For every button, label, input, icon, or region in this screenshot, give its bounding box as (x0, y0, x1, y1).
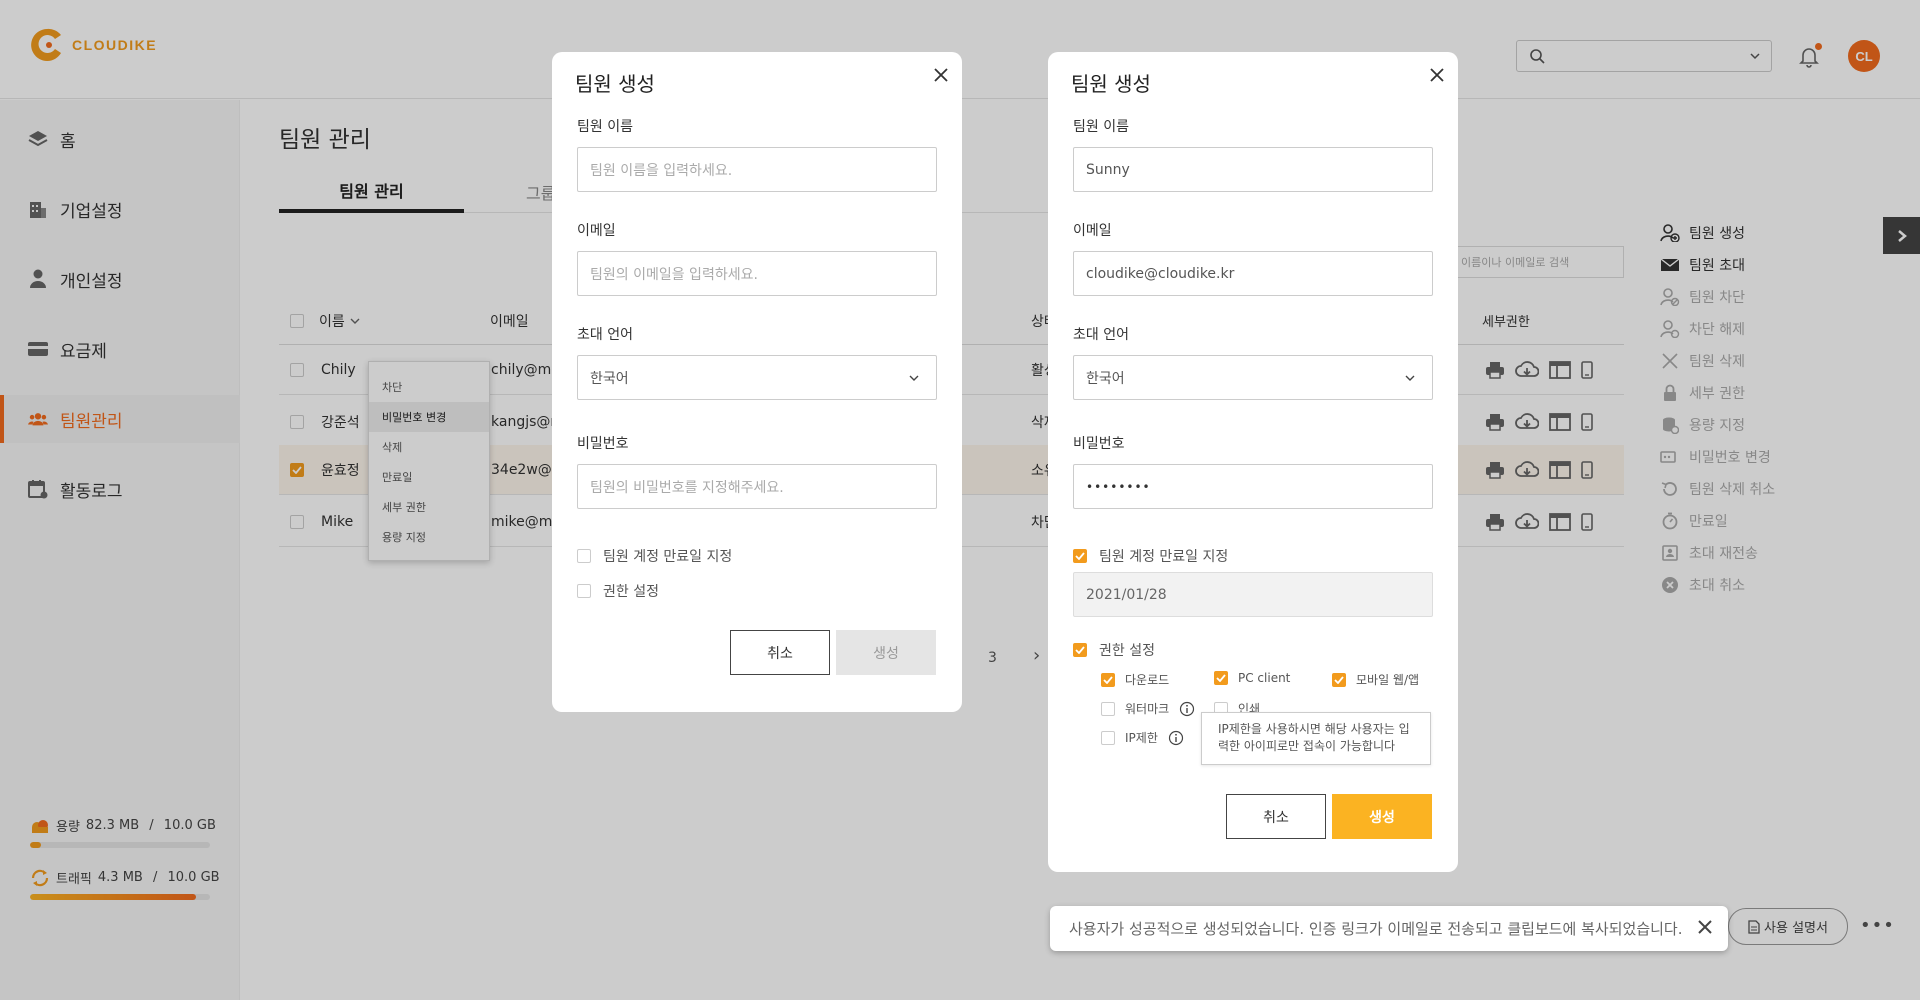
modal-title: 팀원 생성 (1071, 72, 1151, 96)
check-icon (1334, 675, 1344, 684)
email-label: 이메일 (577, 223, 616, 239)
password-input[interactable]: •••••••• (1073, 464, 1433, 509)
close-icon[interactable] (934, 68, 948, 82)
success-toast: 사용자가 성공적으로 생성되었습니다. 인증 링크가 이메일로 전송되고 클립보… (1050, 906, 1728, 951)
name-label: 팀원 이름 (1073, 119, 1129, 135)
permission-checkbox[interactable] (1073, 643, 1087, 657)
create-member-modal-empty: 팀원 생성 팀원 이름 팀원 이름을 입력하세요. 이메일 팀원의 이메일을 입… (552, 52, 962, 712)
info-icon[interactable] (1179, 701, 1195, 717)
close-icon[interactable] (1698, 920, 1712, 934)
language-label: 초대 언어 (1073, 327, 1129, 343)
ip-restriction-tooltip: IP제한을 사용하시면 해당 사용자는 입력한 아이피로만 접속이 가능합니다 (1201, 712, 1431, 765)
watermark-checkbox[interactable] (1101, 701, 1115, 716)
name-input[interactable]: 팀원 이름을 입력하세요. (577, 147, 937, 192)
create-button[interactable]: 생성 (836, 630, 936, 675)
perm-mobile[interactable]: 모바일 웹/앱 (1332, 671, 1419, 688)
permission-checkbox-row[interactable]: 권한 설정 (577, 581, 659, 601)
check-icon (1216, 674, 1226, 682)
info-icon[interactable] (1168, 730, 1184, 746)
check-icon (1103, 675, 1113, 684)
cancel-button[interactable]: 취소 (730, 630, 830, 675)
check-icon (1075, 552, 1085, 560)
download-checkbox[interactable] (1101, 672, 1115, 687)
password-label: 비밀번호 (1073, 436, 1125, 452)
perm-download[interactable]: 다운로드 (1101, 671, 1169, 688)
perm-ip-restriction[interactable]: IP제한 (1101, 729, 1184, 746)
mobile-checkbox[interactable] (1332, 672, 1346, 687)
email-label: 이메일 (1073, 223, 1112, 239)
expire-checkbox[interactable] (577, 549, 591, 563)
close-icon[interactable] (1430, 68, 1444, 82)
name-input[interactable]: Sunny (1073, 147, 1433, 192)
language-select[interactable]: 한국어 (1073, 355, 1433, 400)
modal-title: 팀원 생성 (575, 72, 655, 96)
email-input[interactable]: 팀원의 이메일을 입력하세요. (577, 251, 937, 296)
language-select[interactable]: 한국어 (577, 355, 937, 400)
email-input[interactable]: cloudike@cloudike.kr (1073, 251, 1433, 296)
chevron-down-icon (1405, 375, 1415, 381)
create-button[interactable]: 생성 (1332, 794, 1432, 839)
expire-checkbox-row[interactable]: 팀원 계정 만료일 지정 (1073, 546, 1228, 566)
expire-checkbox[interactable] (1073, 549, 1087, 563)
ip-checkbox[interactable] (1101, 730, 1115, 745)
perm-pc-client[interactable]: PC client (1214, 671, 1290, 685)
expire-checkbox-row[interactable]: 팀원 계정 만료일 지정 (577, 546, 732, 566)
permission-checkbox-row[interactable]: 권한 설정 (1073, 640, 1155, 660)
expire-date-input[interactable]: 2021/01/28 (1073, 572, 1433, 617)
password-label: 비밀번호 (577, 436, 629, 452)
language-label: 초대 언어 (577, 327, 633, 343)
chevron-down-icon (909, 375, 919, 381)
toast-message: 사용자가 성공적으로 생성되었습니다. 인증 링크가 이메일로 전송되고 클립보… (1069, 920, 1683, 938)
password-input[interactable]: 팀원의 비밀번호를 지정해주세요. (577, 464, 937, 509)
cancel-button[interactable]: 취소 (1226, 794, 1326, 839)
perm-watermark[interactable]: 워터마크 (1101, 700, 1195, 717)
name-label: 팀원 이름 (577, 119, 633, 135)
pc-client-checkbox[interactable] (1214, 671, 1228, 685)
permission-checkbox[interactable] (577, 584, 591, 598)
check-icon (1075, 646, 1085, 654)
